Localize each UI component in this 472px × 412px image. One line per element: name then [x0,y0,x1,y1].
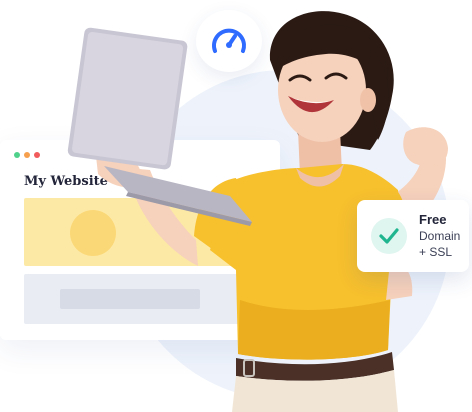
hero-scene: My Website Free Domain + SSL [0,0,472,412]
free-domain-ssl-card: Free Domain + SSL [357,200,469,272]
feature-line-ssl: + SSL [419,245,453,259]
feature-line-domain: Domain [419,229,461,243]
laptop [67,27,188,170]
ear [360,88,376,112]
right-fist [403,127,448,167]
feature-title: Free [419,212,447,227]
checkmark-icon [379,228,399,244]
check-badge [371,218,407,254]
